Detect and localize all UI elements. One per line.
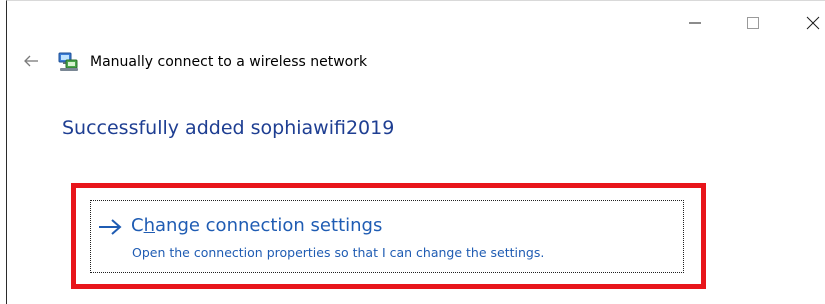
maximize-button[interactable] — [730, 8, 776, 38]
page-title: Manually connect to a wireless network — [90, 54, 368, 70]
maximize-icon — [747, 17, 759, 29]
command-link-title-rest: ange connection settings — [155, 215, 383, 236]
command-link-title: Change connection settings — [131, 215, 382, 236]
close-icon — [806, 16, 820, 30]
network-icon — [58, 52, 78, 71]
command-link-description: Open the connection properties so that I… — [132, 245, 545, 260]
minimize-icon — [689, 22, 701, 24]
close-button[interactable] — [790, 8, 825, 38]
back-button[interactable] — [20, 50, 42, 72]
command-link-title-prefix: C — [131, 215, 144, 236]
success-heading: Successfully added sophiawifi2019 — [62, 117, 395, 139]
change-connection-settings-link[interactable]: Change connection settings Open the conn… — [90, 200, 684, 273]
minimize-button[interactable] — [672, 8, 718, 38]
back-arrow-icon — [24, 55, 38, 67]
command-link-accelerator: h — [143, 215, 155, 236]
arrow-right-icon — [99, 219, 122, 235]
